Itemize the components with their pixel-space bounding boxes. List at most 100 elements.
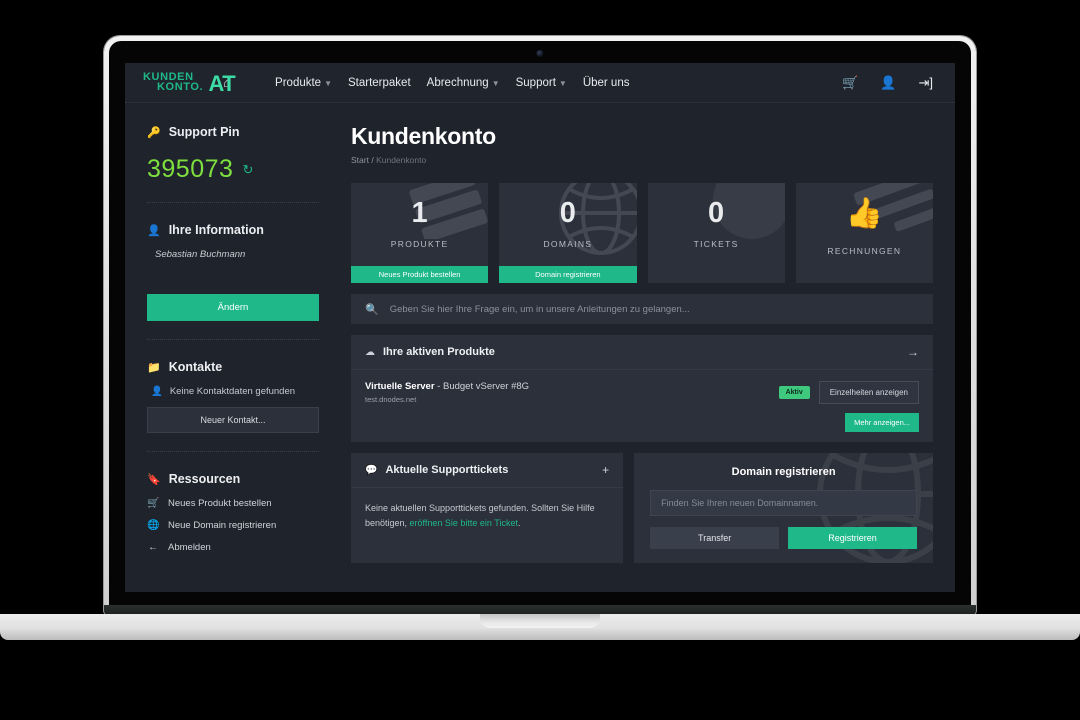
sidebar-item-neue-domain-label: Neue Domain registrieren [168, 520, 277, 531]
domain-action-buttons: Transfer Registrieren [650, 527, 918, 549]
product-name-rest: - Budget vServer #8G [434, 381, 530, 392]
product-info: Virtuelle Server - Budget vServer #8G te… [365, 381, 529, 404]
sidebar-section-resources: 🔖 Ressourcen 🛒 Neues Produkt bestellen 🌐… [147, 472, 319, 553]
refresh-icon[interactable]: ↻ [242, 162, 253, 178]
status-badge: Aktiv [778, 386, 810, 399]
domain-search-input[interactable] [650, 490, 917, 516]
search-icon: 🔍 [365, 303, 379, 316]
stat-card-domains[interactable]: 0 DOMAINS Domain registrieren [499, 183, 637, 283]
domain-transfer-button[interactable]: Transfer [650, 527, 780, 549]
search-input[interactable] [389, 303, 919, 315]
site-logo[interactable]: KUNDEN KONTO. AT [143, 71, 236, 94]
nav-item-support-label: Support [515, 76, 556, 89]
new-contact-button[interactable]: Neuer Kontakt... [147, 407, 319, 433]
top-navigation-bar: KUNDEN KONTO. AT ⌂ Produkte ▼ Starterpake… [125, 63, 955, 103]
table-row: Virtuelle Server - Budget vServer #8G te… [351, 370, 933, 413]
nav-item-produkte[interactable]: Produkte ▼ [275, 77, 332, 89]
product-name-bold: Virtuelle Server [365, 381, 435, 392]
sidebar-section-contacts: 📁 Kontakte 👤 Keine Kontaktdaten gefunden… [147, 360, 319, 433]
page-body: 🔑 Support Pin 395073 ↻ 👤 Ihre Informatio… [125, 103, 955, 592]
breadcrumb-separator: / [371, 155, 374, 165]
arrow-left-icon: ← [148, 542, 158, 553]
stat-value-domains: 0 [559, 197, 576, 229]
stat-value-tickets: 0 [708, 197, 725, 229]
support-tickets-panel: 💬 Aktuelle Supporttickets + Keine aktuel… [351, 453, 624, 563]
product-name: Virtuelle Server - Budget vServer #8G [365, 381, 529, 392]
user-icon[interactable]: 👤 [880, 75, 896, 91]
sidebar-item-abmelden-label: Abmelden [168, 542, 211, 553]
account-holder-name: Sebastian Buchmann [155, 249, 246, 260]
user-icon: 👤 [147, 224, 161, 237]
comments-icon: 💬 [365, 464, 378, 476]
bookmark-icon: 🔖 [147, 473, 161, 486]
product-details-button[interactable]: Einzelheiten anzeigen [818, 381, 919, 404]
nav-item-starterpaket[interactable]: Starterpaket [348, 77, 411, 89]
stat-value-produkte: 1 [411, 197, 428, 229]
sidebar-divider-2 [147, 339, 319, 340]
plus-icon[interactable]: + [602, 463, 609, 477]
tickets-empty-text-after: . [517, 517, 521, 528]
chevron-down-icon: ▼ [491, 78, 500, 88]
stat-label-produkte: PRODUKTE [390, 239, 449, 249]
stat-cta-domains[interactable]: Domain registrieren [499, 266, 637, 283]
nav-item-support[interactable]: Support ▼ [516, 77, 567, 89]
stat-cta-produkte[interactable]: Neues Produkt bestellen [351, 266, 489, 283]
sidebar-item-neues-produkt[interactable]: 🛒 Neues Produkt bestellen [147, 498, 319, 509]
sidebar-section-information: 👤 Ihre Information Sebastian Buchmann [147, 223, 319, 260]
bottom-panels: 💬 Aktuelle Supporttickets + Keine aktuel… [351, 453, 933, 563]
active-products-header: ☁ Ihre aktiven Produkte → [351, 335, 933, 370]
sidebar-section-support-pin: 🔑 Support Pin [147, 125, 319, 139]
cart-icon: 🛒 [147, 498, 160, 509]
globe-icon: 🌐 [147, 520, 160, 531]
stat-card-produkte[interactable]: 1 PRODUKTE Neues Produkt bestellen [351, 183, 489, 283]
chevron-down-icon: ▼ [558, 78, 567, 88]
domain-register-button[interactable]: Registrieren [788, 527, 918, 549]
laptop-screen-bezel: KUNDEN KONTO. AT ⌂ Produkte ▼ Starterpake… [109, 41, 971, 612]
user-icon: 👤 [151, 386, 163, 397]
main-menu: Produkte ▼ Starterpaket Abrechnung ▼ Suppo… [275, 77, 629, 89]
sidebar-divider-3 [147, 451, 319, 452]
logo-line-2: KONTO. [157, 80, 204, 93]
arrow-right-icon[interactable]: → [907, 345, 919, 359]
app-page: KUNDEN KONTO. AT ⌂ Produkte ▼ Starterpake… [125, 63, 955, 592]
laptop-base-notch [480, 614, 600, 628]
thumbs-up-icon: 👍 [845, 197, 884, 230]
knowledgebase-search[interactable]: 🔍 [351, 294, 933, 324]
support-tickets-empty-state: Keine aktuellen Supporttickets gefunden.… [351, 488, 623, 547]
breadcrumb-root[interactable]: Start [351, 155, 369, 165]
nav-item-abrechnung-label: Abrechnung [426, 76, 489, 89]
change-information-button[interactable]: Ändern [147, 294, 319, 321]
sidebar-item-neue-domain[interactable]: 🌐 Neue Domain registrieren [147, 520, 319, 531]
key-icon: 🔑 [147, 126, 161, 139]
browser-viewport: KUNDEN KONTO. AT ⌂ Produkte ▼ Starterpake… [125, 63, 955, 592]
stat-card-rechnungen[interactable]: 👍 RECHNUNGEN [795, 183, 933, 283]
support-tickets-header: 💬 Aktuelle Supporttickets + [351, 453, 624, 488]
information-heading: 👤 Ihre Information [147, 223, 319, 237]
support-tickets-title: Aktuelle Supporttickets [385, 464, 509, 476]
cart-icon[interactable]: 🛒 [842, 75, 858, 91]
support-pin-row: 395073 ↻ [147, 155, 319, 184]
laptop-frame: KUNDEN KONTO. AT ⌂ Produkte ▼ Starterpake… [104, 36, 976, 616]
nav-item-ueber-uns[interactable]: Über uns [583, 77, 630, 89]
domain-register-title: Domain registrieren [731, 466, 836, 478]
sidebar-item-abmelden[interactable]: ← Abmelden [147, 542, 319, 553]
stat-card-tickets[interactable]: 0 TICKETS [647, 183, 785, 283]
resources-title: Ressourcen [168, 472, 241, 486]
contacts-empty-state: 👤 Keine Kontaktdaten gefunden [151, 386, 319, 397]
active-products-panel: ☁ Ihre aktiven Produkte → Virtuelle Serv… [351, 335, 933, 442]
webcam-icon [536, 50, 544, 57]
sidebar-divider [147, 202, 319, 203]
show-more-products-button[interactable]: Mehr anzeigen... [845, 413, 919, 432]
contacts-title: Kontakte [168, 360, 223, 374]
breadcrumb: Start / Kundenkonto [351, 155, 933, 165]
top-navigation-actions: 🛒 👤 ⇥] [842, 75, 933, 91]
active-products-title: Ihre aktiven Produkte [383, 346, 495, 358]
domain-register-panel: Domain registrieren Transfer Registriere… [634, 453, 933, 563]
open-ticket-link[interactable]: eröffnen Sie bitte ein Ticket [410, 518, 518, 528]
nav-item-abrechnung[interactable]: Abrechnung ▼ [427, 77, 500, 89]
screenshot-stage: KUNDEN KONTO. AT ⌂ Produkte ▼ Starterpake… [0, 0, 1080, 720]
logout-icon[interactable]: ⇥] [918, 75, 933, 91]
sidebar: 🔑 Support Pin 395073 ↻ 👤 Ihre Informatio… [125, 103, 337, 592]
support-pin-title: Support Pin [168, 125, 240, 139]
logo-tld: AT [208, 71, 236, 97]
